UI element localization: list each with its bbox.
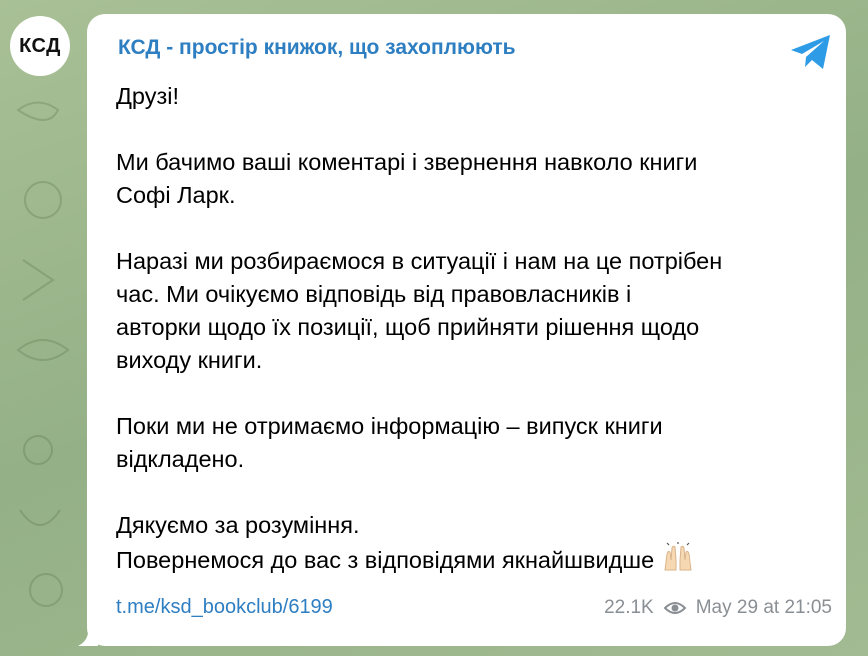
text-line: час. Ми очікуємо відповідь від правовлас…	[116, 281, 632, 307]
text-line: виходу книги.	[116, 347, 263, 373]
post-link[interactable]: t.me/ksd_bookclub/6199	[116, 596, 333, 619]
paragraph-greeting: Друзі!	[116, 80, 836, 113]
text-line-with-emoji: Повернемося до вас з відповідями якнайшв…	[116, 542, 836, 577]
eye-icon	[663, 602, 686, 614]
message-bubble: КСД - простір книжок, що захоплюють Друз…	[87, 14, 846, 646]
telegram-share-icon[interactable]	[788, 32, 834, 72]
avatar-text: КСД	[19, 34, 61, 57]
post-timestamp: May 29 at 21:05	[695, 597, 832, 618]
text-line: Друзі!	[116, 83, 179, 109]
text-line: Повернемося до вас з відповідями якнайшв…	[116, 547, 655, 573]
raised-hands-emoji	[664, 542, 692, 571]
text-line: Наразі ми розбираємося в ситуації і нам …	[116, 248, 723, 274]
text-line: Ми бачимо ваші коментарі і звернення нав…	[116, 149, 698, 175]
text-line: Дякуємо за розуміння.	[116, 512, 360, 538]
text-line: відкладено.	[116, 446, 245, 472]
background-doodles	[16, 101, 70, 607]
paragraph-comments: Ми бачимо ваші коментарі і звернення нав…	[116, 146, 836, 212]
channel-name[interactable]: КСД - простір книжок, що захоплюють	[118, 36, 516, 60]
channel-avatar[interactable]: КСД	[10, 16, 70, 76]
view-count: 22.1K	[604, 597, 654, 618]
message-text: Друзі! Ми бачимо ваші коментарі і зверне…	[116, 80, 836, 577]
paragraph-situation: Наразі ми розбираємося в ситуації і нам …	[116, 245, 836, 377]
post-meta: 22.1K May 29 at 21:05	[604, 597, 832, 619]
text-line: Софі Ларк.	[116, 182, 236, 208]
text-line: авторки щодо їх позиції, щоб прийняти рі…	[116, 314, 700, 340]
paragraph-thanks: Дякуємо за розуміння. Повернемося до вас…	[116, 509, 836, 577]
text-line: Поки ми не отримаємо інформацію – випуск…	[116, 413, 663, 439]
paragraph-postponed: Поки ми не отримаємо інформацію – випуск…	[116, 410, 836, 476]
